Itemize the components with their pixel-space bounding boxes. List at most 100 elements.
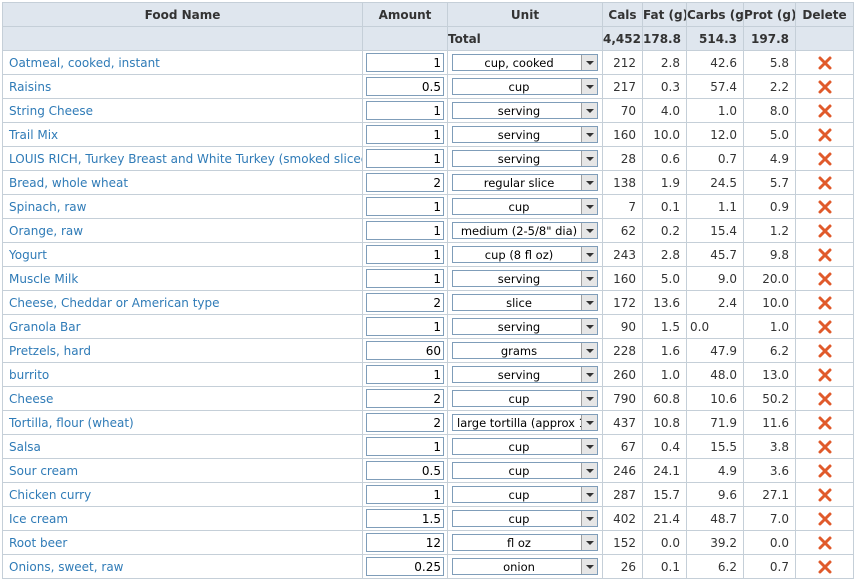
delete-x-icon[interactable]: [817, 127, 833, 143]
food-name-link[interactable]: Trail Mix: [9, 128, 58, 142]
food-name-link[interactable]: burrito: [9, 368, 49, 382]
food-name-link[interactable]: Cheese: [9, 392, 53, 406]
amount-input[interactable]: [366, 125, 444, 144]
food-name-link[interactable]: Muscle Milk: [9, 272, 78, 286]
delete-x-icon[interactable]: [817, 295, 833, 311]
amount-input[interactable]: [366, 173, 444, 192]
amount-input[interactable]: [366, 77, 444, 96]
delete-x-icon[interactable]: [817, 463, 833, 479]
chevron-down-icon[interactable]: [581, 535, 597, 550]
delete-x-icon[interactable]: [817, 415, 833, 431]
unit-select[interactable]: cup (8 fl oz): [452, 246, 598, 263]
unit-select[interactable]: cup: [452, 510, 598, 527]
amount-input[interactable]: [366, 269, 444, 288]
chevron-down-icon[interactable]: [581, 55, 597, 70]
food-name-link[interactable]: Onions, sweet, raw: [9, 560, 123, 574]
delete-x-icon[interactable]: [817, 487, 833, 503]
amount-input[interactable]: [366, 293, 444, 312]
delete-x-icon[interactable]: [817, 79, 833, 95]
food-name-link[interactable]: Oatmeal, cooked, instant: [9, 56, 160, 70]
delete-x-icon[interactable]: [817, 535, 833, 551]
unit-select[interactable]: cup: [452, 78, 598, 95]
unit-select[interactable]: serving: [452, 150, 598, 167]
chevron-down-icon[interactable]: [581, 151, 597, 166]
delete-x-icon[interactable]: [817, 559, 833, 575]
amount-input[interactable]: [366, 245, 444, 264]
amount-input[interactable]: [366, 221, 444, 240]
unit-select[interactable]: fl oz: [452, 534, 598, 551]
unit-select[interactable]: cup: [452, 486, 598, 503]
amount-input[interactable]: [366, 533, 444, 552]
amount-input[interactable]: [366, 197, 444, 216]
food-name-link[interactable]: Granola Bar: [9, 320, 81, 334]
delete-x-icon[interactable]: [817, 439, 833, 455]
food-name-link[interactable]: Chicken curry: [9, 488, 91, 502]
chevron-down-icon[interactable]: [581, 295, 597, 310]
unit-select[interactable]: serving: [452, 102, 598, 119]
unit-select[interactable]: serving: [452, 318, 598, 335]
amount-input[interactable]: [366, 461, 444, 480]
chevron-down-icon[interactable]: [581, 175, 597, 190]
amount-input[interactable]: [366, 413, 444, 432]
delete-x-icon[interactable]: [817, 151, 833, 167]
delete-x-icon[interactable]: [817, 103, 833, 119]
unit-select[interactable]: cup, cooked: [452, 54, 598, 71]
chevron-down-icon[interactable]: [581, 487, 597, 502]
amount-input[interactable]: [366, 317, 444, 336]
amount-input[interactable]: [366, 341, 444, 360]
delete-x-icon[interactable]: [817, 343, 833, 359]
delete-x-icon[interactable]: [817, 367, 833, 383]
food-name-link[interactable]: Pretzels, hard: [9, 344, 91, 358]
food-name-link[interactable]: Spinach, raw: [9, 200, 86, 214]
chevron-down-icon[interactable]: [581, 511, 597, 526]
unit-select[interactable]: grams: [452, 342, 598, 359]
chevron-down-icon[interactable]: [581, 391, 597, 406]
amount-input[interactable]: [366, 557, 444, 576]
amount-input[interactable]: [366, 437, 444, 456]
delete-x-icon[interactable]: [817, 247, 833, 263]
unit-select[interactable]: serving: [452, 270, 598, 287]
chevron-down-icon[interactable]: [581, 103, 597, 118]
amount-input[interactable]: [366, 365, 444, 384]
chevron-down-icon[interactable]: [581, 223, 597, 238]
food-name-link[interactable]: Tortilla, flour (wheat): [9, 416, 134, 430]
food-name-link[interactable]: Bread, whole wheat: [9, 176, 128, 190]
amount-input[interactable]: [366, 53, 444, 72]
food-name-link[interactable]: Cheese, Cheddar or American type: [9, 296, 220, 310]
amount-input[interactable]: [366, 485, 444, 504]
unit-select[interactable]: large tortilla (approx 10" dia): [452, 414, 598, 431]
unit-select[interactable]: cup: [452, 462, 598, 479]
food-name-link[interactable]: Salsa: [9, 440, 41, 454]
chevron-down-icon[interactable]: [581, 319, 597, 334]
food-name-link[interactable]: Ice cream: [9, 512, 68, 526]
food-name-link[interactable]: Orange, raw: [9, 224, 83, 238]
delete-x-icon[interactable]: [817, 55, 833, 71]
food-name-link[interactable]: Yogurt: [9, 248, 47, 262]
amount-input[interactable]: [366, 509, 444, 528]
unit-select[interactable]: regular slice: [452, 174, 598, 191]
unit-select[interactable]: medium (2-5/8" dia): [452, 222, 598, 239]
amount-input[interactable]: [366, 101, 444, 120]
chevron-down-icon[interactable]: [581, 439, 597, 454]
chevron-down-icon[interactable]: [581, 367, 597, 382]
chevron-down-icon[interactable]: [581, 271, 597, 286]
food-name-link[interactable]: Raisins: [9, 80, 51, 94]
food-name-link[interactable]: Root beer: [9, 536, 67, 550]
chevron-down-icon[interactable]: [581, 247, 597, 262]
delete-x-icon[interactable]: [817, 223, 833, 239]
delete-x-icon[interactable]: [817, 319, 833, 335]
unit-select[interactable]: slice: [452, 294, 598, 311]
delete-x-icon[interactable]: [817, 391, 833, 407]
chevron-down-icon[interactable]: [581, 415, 597, 430]
chevron-down-icon[interactable]: [581, 199, 597, 214]
unit-select[interactable]: cup: [452, 438, 598, 455]
amount-input[interactable]: [366, 149, 444, 168]
delete-x-icon[interactable]: [817, 175, 833, 191]
food-name-link[interactable]: String Cheese: [9, 104, 93, 118]
delete-x-icon[interactable]: [817, 199, 833, 215]
chevron-down-icon[interactable]: [581, 127, 597, 142]
unit-select[interactable]: onion: [452, 558, 598, 575]
chevron-down-icon[interactable]: [581, 463, 597, 478]
delete-x-icon[interactable]: [817, 511, 833, 527]
food-name-link[interactable]: Sour cream: [9, 464, 78, 478]
